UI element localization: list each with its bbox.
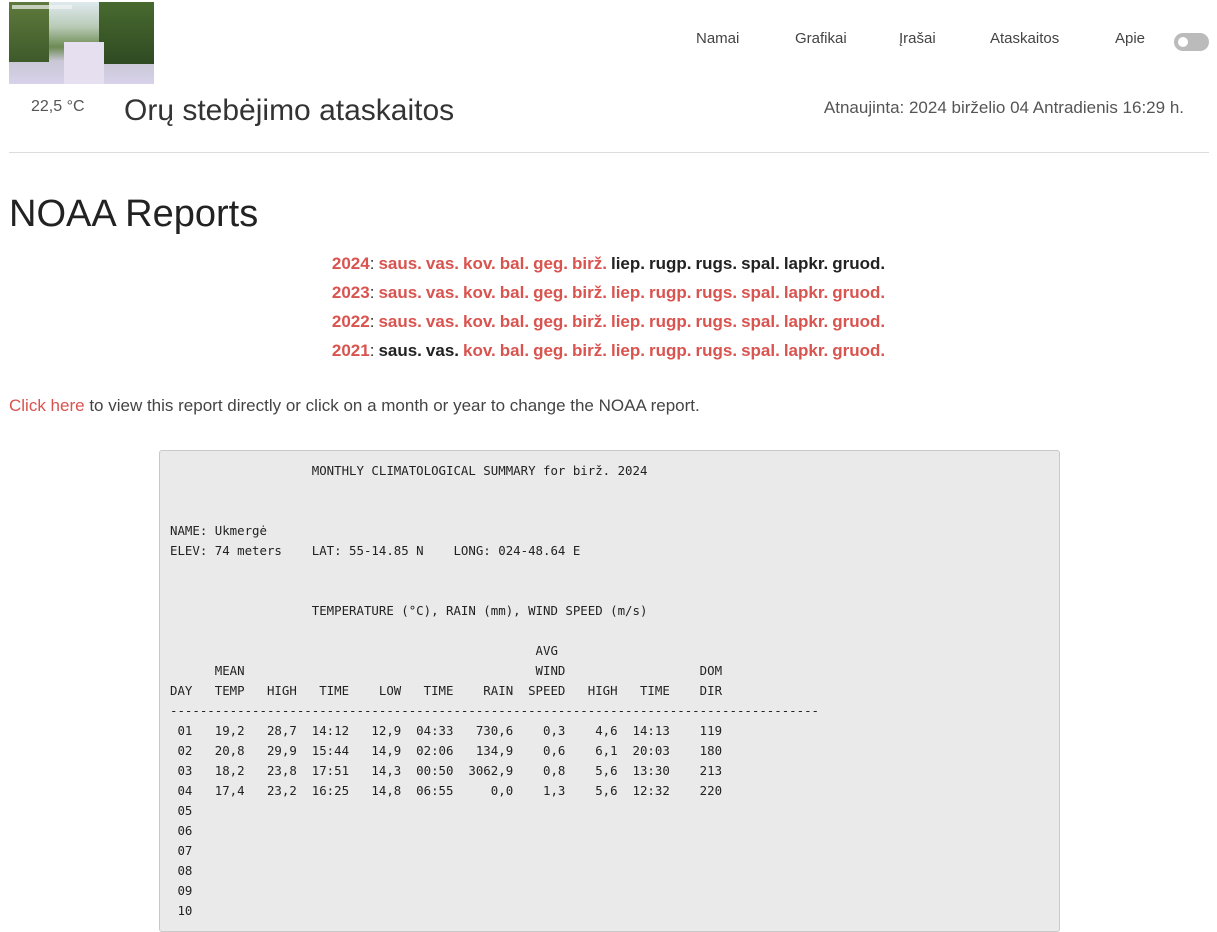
year-link-2022[interactable]: 2022: [332, 312, 370, 331]
month-link-2023-7[interactable]: liep.: [611, 283, 645, 302]
top-navigation: Namai Grafikai Įrašai Ataskaitos Apie: [0, 30, 1217, 52]
month-link-2023-12[interactable]: gruod.: [832, 283, 885, 302]
nav-link-grafikai[interactable]: Grafikai: [795, 30, 847, 47]
webcam-timestamp-overlay: [12, 5, 72, 9]
year-separator: :: [369, 341, 375, 360]
month-link-2024-7: liep.: [610, 254, 645, 273]
month-link-2023-11[interactable]: lapkr.: [784, 283, 828, 302]
intro-rest-text: to view this report directly or click on…: [84, 396, 700, 415]
year-separator: :: [369, 254, 375, 273]
nav-link-ataskaitos[interactable]: Ataskaitos: [990, 30, 1059, 47]
year-row-2024: 2024: saus. vas. kov. bal. geg. birž. liep. rugp…: [0, 253, 1217, 282]
year-link-2021[interactable]: 2021: [332, 341, 370, 360]
site-title: Orų stebėjimo ataskaitos: [124, 94, 455, 127]
month-link-2022-8[interactable]: rugp.: [649, 312, 692, 331]
month-link-2024-12: gruod.: [832, 254, 886, 273]
month-link-2021-4[interactable]: bal.: [500, 341, 529, 360]
month-link-2021-12[interactable]: gruod.: [832, 341, 885, 360]
click-here-link[interactable]: Click here: [9, 396, 85, 415]
year-separator: :: [369, 312, 375, 331]
month-link-2023-10[interactable]: spal.: [741, 283, 780, 302]
nav-link-apie[interactable]: Apie: [1115, 30, 1145, 47]
header-divider: [9, 152, 1209, 153]
month-link-2024-9: rugs.: [695, 254, 738, 273]
month-link-2021-8[interactable]: rugp.: [649, 341, 692, 360]
month-link-2022-1[interactable]: saus.: [378, 312, 421, 331]
month-link-2024-4[interactable]: bal.: [500, 254, 529, 273]
month-link-2021-1: saus.: [378, 341, 422, 360]
month-link-2023-4[interactable]: bal.: [500, 283, 529, 302]
month-link-2023-1[interactable]: saus.: [378, 283, 421, 302]
month-link-2021-7[interactable]: liep.: [611, 341, 645, 360]
month-link-2024-6[interactable]: birž.: [572, 254, 607, 273]
month-link-2022-12[interactable]: gruod.: [832, 312, 885, 331]
month-link-2021-10[interactable]: spal.: [741, 341, 780, 360]
intro-text: Click here to view this report directly …: [9, 396, 700, 416]
month-link-2024-8: rugp.: [649, 254, 692, 273]
month-link-2022-2[interactable]: vas.: [426, 312, 459, 331]
month-link-2022-10[interactable]: spal.: [741, 312, 780, 331]
month-link-2023-9[interactable]: rugs.: [696, 283, 738, 302]
month-link-2021-11[interactable]: lapkr.: [784, 341, 828, 360]
year-link-2024[interactable]: 2024: [332, 254, 370, 273]
year-row-2021: 2021: saus. vas. kov. bal. geg. birž. liep. rugp…: [0, 340, 1217, 369]
toggle-knob: [1178, 37, 1188, 47]
month-link-2024-2[interactable]: vas.: [426, 254, 459, 273]
month-link-2023-6[interactable]: birž.: [572, 283, 607, 302]
theme-toggle[interactable]: [1174, 33, 1209, 51]
month-link-2023-5[interactable]: geg.: [533, 283, 568, 302]
month-link-2022-5[interactable]: geg.: [533, 312, 568, 331]
month-link-2024-1[interactable]: saus.: [378, 254, 421, 273]
month-link-2021-5[interactable]: geg.: [533, 341, 568, 360]
month-link-2022-6[interactable]: birž.: [572, 312, 607, 331]
year-link-2023[interactable]: 2023: [332, 283, 370, 302]
year-separator: :: [369, 283, 375, 302]
month-link-2023-3[interactable]: kov.: [463, 283, 496, 302]
month-link-2022-3[interactable]: kov.: [463, 312, 496, 331]
last-updated: Atnaujinta: 2024 birželio 04 Antradienis…: [823, 98, 1184, 117]
month-link-2024-5[interactable]: geg.: [533, 254, 568, 273]
month-link-2024-3[interactable]: kov.: [463, 254, 496, 273]
nav-link-namai[interactable]: Namai: [696, 30, 739, 47]
month-link-2024-10: spal.: [741, 254, 780, 273]
month-link-2024-11: lapkr.: [783, 254, 829, 273]
month-link-2023-2[interactable]: vas.: [426, 283, 459, 302]
month-link-2022-9[interactable]: rugs.: [696, 312, 738, 331]
month-link-2022-4[interactable]: bal.: [500, 312, 529, 331]
noaa-report-box: MONTHLY CLIMATOLOGICAL SUMMARY for birž.…: [159, 450, 1060, 932]
year-row-2022: 2022: saus. vas. kov. bal. geg. birž. liep. rugp…: [0, 311, 1217, 340]
month-link-2022-11[interactable]: lapkr.: [784, 312, 828, 331]
nav-link-irasai[interactable]: Įrašai: [899, 30, 936, 47]
month-link-2021-3[interactable]: kov.: [463, 341, 496, 360]
page-title: NOAA Reports: [9, 193, 259, 235]
noaa-report-text: MONTHLY CLIMATOLOGICAL SUMMARY for birž.…: [170, 463, 820, 918]
year-row-2023: 2023: saus. vas. kov. bal. geg. birž. liep. rugp…: [0, 282, 1217, 311]
month-link-2022-7[interactable]: liep.: [611, 312, 645, 331]
month-link-2021-6[interactable]: birž.: [572, 341, 607, 360]
month-link-2021-9[interactable]: rugs.: [696, 341, 738, 360]
current-temperature: 22,5 °C: [31, 98, 85, 115]
month-link-2021-2: vas.: [425, 341, 460, 360]
month-link-2023-8[interactable]: rugp.: [649, 283, 692, 302]
report-month-selector: 2024: saus. vas. kov. bal. geg. birž. liep. rugp…: [0, 253, 1217, 369]
